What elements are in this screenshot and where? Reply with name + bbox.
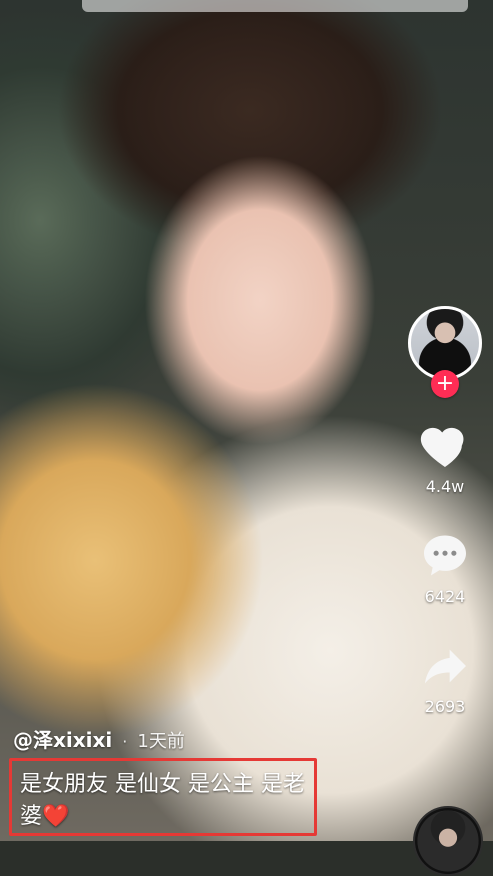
meta-separator: · [122,732,128,751]
top-overlay-strip [82,0,468,12]
share-count: 2693 [424,697,466,716]
post-time: 1天前 [137,731,185,752]
creator-avatar-wrap: + [405,306,485,398]
plus-icon: + [435,371,455,396]
author-handle[interactable]: @泽xixixi [13,728,112,752]
like-count: 4.4w [425,477,465,496]
share-action[interactable]: 2693 [405,638,485,716]
author-row: @泽xixixi · 1天前 [13,728,185,754]
comment-bubble-icon [417,528,473,584]
heart-icon [417,418,473,474]
caption-highlight-box: 是女朋友 是仙女 是公主 是老婆❤️ [9,758,317,836]
right-action-rail: + 4.4w 6424 2693 [405,306,485,716]
post-caption: 是女朋友 是仙女 是公主 是老婆❤️ [20,772,305,829]
music-disc-icon[interactable] [413,806,483,876]
comment-action[interactable]: 6424 [405,528,485,606]
share-arrow-icon [417,638,473,694]
creator-avatar[interactable] [408,306,482,380]
post-meta: @泽xixixi · 1天前 [13,728,185,754]
comment-count: 6424 [424,587,466,606]
like-action[interactable]: 4.4w [405,418,485,496]
follow-button[interactable]: + [431,370,459,398]
